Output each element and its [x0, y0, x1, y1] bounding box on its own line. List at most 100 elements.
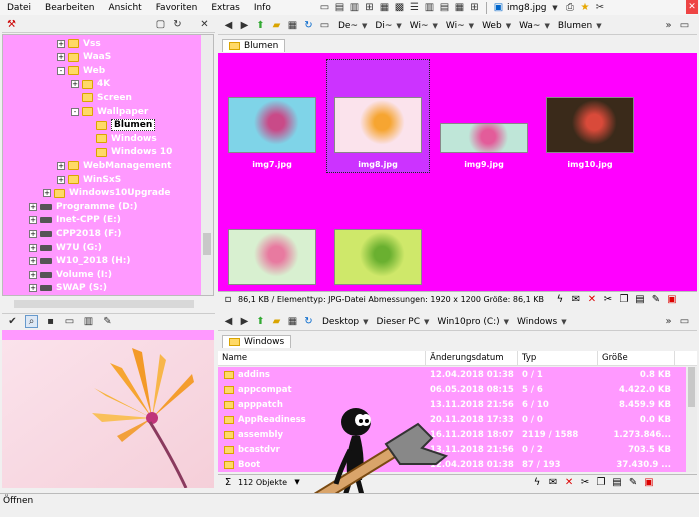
- table-row[interactable]: Boot 12.04.2018 01:38 87 / 193 37.430.9 ...: [218, 457, 697, 472]
- tree-item[interactable]: Screen: [71, 91, 132, 104]
- edit-icon[interactable]: ✎: [650, 294, 662, 305]
- breadcrumb-item[interactable]: De~ ▼: [334, 21, 371, 31]
- expand-icon[interactable]: +: [29, 270, 37, 279]
- view-icon[interactable]: ▦: [286, 19, 299, 32]
- menu-bearbeiten[interactable]: Bearbeiten: [38, 3, 101, 13]
- cut-icon[interactable]: ✂: [579, 477, 591, 488]
- chevron-down-icon[interactable]: ▼: [424, 318, 429, 326]
- layout-quad-icon[interactable]: ⊞: [363, 1, 376, 14]
- menu-info[interactable]: Info: [247, 3, 278, 13]
- display-icon[interactable]: ▭: [678, 315, 691, 328]
- forward-icon[interactable]: ▶: [238, 19, 251, 32]
- breadcrumb-item[interactable]: Wa~ ▼: [515, 21, 554, 31]
- tree-scrollbar[interactable]: [201, 35, 213, 295]
- chevron-down-icon[interactable]: ▼: [396, 22, 401, 30]
- monitor-icon[interactable]: ▭: [63, 315, 76, 328]
- chevron-down-icon[interactable]: ▼: [504, 318, 509, 326]
- layout-three-icon[interactable]: ▦: [378, 1, 391, 14]
- expand-icon[interactable]: +: [57, 161, 65, 170]
- breadcrumb-item[interactable]: Wi~ ▼: [406, 21, 442, 31]
- thumbnail-item[interactable]: img7.jpg: [224, 97, 320, 169]
- column-type[interactable]: Typ: [518, 350, 598, 366]
- new-folder-icon[interactable]: ▰: [270, 315, 283, 328]
- tree-scroll-thumb[interactable]: [203, 233, 211, 255]
- tree-item[interactable]: + W10_2018 (H:): [29, 255, 131, 268]
- expand-icon[interactable]: »: [662, 315, 675, 328]
- copy-icon[interactable]: ❐: [618, 294, 630, 305]
- column-size[interactable]: Größe: [598, 350, 675, 366]
- tree-item[interactable]: + Windows10Upgrade: [43, 187, 171, 200]
- thumbnail-item[interactable]: [224, 229, 320, 285]
- star-icon[interactable]: ★: [579, 1, 592, 14]
- breadcrumb-item[interactable]: Wi~ ▼: [442, 21, 478, 31]
- menu-extras[interactable]: Extras: [204, 3, 246, 13]
- tree-item[interactable]: + WinSxS: [57, 173, 121, 186]
- disk-icon[interactable]: ▪: [44, 315, 57, 328]
- table-row[interactable]: AppReadiness 20.11.2018 17:33 0 / 0 0.0 KB: [218, 412, 697, 427]
- tree-item[interactable]: + SWAP (S:): [29, 282, 107, 295]
- chevron-down-icon[interactable]: ▼: [506, 22, 511, 30]
- column-date[interactable]: Änderungsdatum: [426, 350, 518, 366]
- layout-split-icon[interactable]: ▤: [333, 1, 346, 14]
- view-icon[interactable]: ▦: [286, 315, 299, 328]
- column-name[interactable]: Name: [218, 350, 426, 366]
- breadcrumb-item[interactable]: Dieser PC ▼: [373, 317, 434, 327]
- expand-icon[interactable]: +: [71, 80, 79, 89]
- thumbnail-item[interactable]: img8.jpg: [330, 97, 426, 169]
- refresh-icon[interactable]: ↻: [302, 19, 315, 32]
- tree-item[interactable]: + W7U (G:): [29, 241, 102, 254]
- file-list[interactable]: addins 12.04.2018 01:38 0 / 1 0.8 KB appcomp…: [218, 367, 697, 472]
- printer-icon[interactable]: ⎙: [564, 1, 577, 14]
- menu-favoriten[interactable]: Favoriten: [149, 3, 205, 13]
- table-row[interactable]: bcastdvr 13.11.2018 21:56 0 / 2 703.5 KB: [218, 442, 697, 457]
- breadcrumb-item[interactable]: Di~ ▼: [371, 21, 405, 31]
- tree-item[interactable]: Windows: [85, 132, 157, 145]
- chevron-down-icon[interactable]: ▼: [549, 1, 562, 14]
- mail-icon[interactable]: ✉: [570, 294, 582, 305]
- thumbnail-view[interactable]: img7.jpg img8.jpg img9.jpg img10.jpg: [218, 53, 697, 291]
- tree-item[interactable]: Blumen: [85, 119, 156, 132]
- folder-tree[interactable]: + Vss + WaaS - Web +4K Screen - Wallpaper Blumen Wi…: [2, 34, 214, 296]
- up-folder-icon[interactable]: ⬆: [254, 19, 267, 32]
- expand-icon[interactable]: +: [29, 216, 37, 225]
- chevron-down-icon[interactable]: ▼: [469, 22, 474, 30]
- table-row[interactable]: addins 12.04.2018 01:38 0 / 1 0.8 KB: [218, 367, 697, 382]
- chevron-down-icon[interactable]: ▼: [561, 318, 566, 326]
- tree-item[interactable]: + Programme (D:): [29, 200, 137, 213]
- paste-icon[interactable]: ▤: [611, 477, 623, 488]
- horizontal-scrollbar[interactable]: [2, 297, 215, 312]
- breadcrumb-item[interactable]: Desktop ▼: [318, 317, 373, 327]
- back-icon[interactable]: ◀: [222, 19, 235, 32]
- tree-item[interactable]: + Vss: [57, 37, 101, 50]
- new-doc-icon[interactable]: ▢: [154, 18, 167, 31]
- cut-icon[interactable]: ✂: [602, 294, 614, 305]
- layout-vertical-icon[interactable]: ▥: [348, 1, 361, 14]
- expand-icon[interactable]: +: [29, 257, 37, 266]
- chevron-down-icon[interactable]: ▼: [544, 22, 549, 30]
- collapse-icon[interactable]: -: [57, 66, 65, 75]
- layout-single-icon[interactable]: ▭: [318, 1, 331, 14]
- info-icon[interactable]: ▥: [82, 315, 95, 328]
- tree-item[interactable]: - Wallpaper: [71, 105, 148, 118]
- expand-icon[interactable]: +: [29, 284, 37, 293]
- new-folder-icon[interactable]: ▰: [270, 19, 283, 32]
- tree-item[interactable]: + Volume (I:): [29, 268, 112, 281]
- expand-icon[interactable]: +: [29, 202, 37, 211]
- expand-icon[interactable]: +: [29, 229, 37, 238]
- chevron-down-icon[interactable]: ▼: [363, 318, 368, 326]
- table-row[interactable]: apppatch 13.11.2018 21:56 6 / 10 8.459.9 KB: [218, 397, 697, 412]
- tree-item[interactable]: Windows 10: [85, 146, 172, 159]
- breadcrumb-item[interactable]: Blumen ▼: [554, 21, 606, 31]
- tree-tool-icon[interactable]: ⚒: [5, 18, 18, 31]
- menu-ansicht[interactable]: Ansicht: [101, 3, 148, 13]
- expand-icon[interactable]: +: [57, 175, 65, 184]
- display-icon[interactable]: ▭: [678, 19, 691, 32]
- refresh-tree-icon[interactable]: ↻: [171, 18, 184, 31]
- tree-item[interactable]: - Web: [57, 64, 105, 77]
- chevron-down-icon[interactable]: ▼: [362, 22, 367, 30]
- layout-cols-icon[interactable]: ▥: [423, 1, 436, 14]
- zoom-icon[interactable]: ⌕: [25, 315, 38, 328]
- copy-icon[interactable]: ❐: [595, 477, 607, 488]
- pen-icon[interactable]: ✎: [101, 315, 114, 328]
- expand-icon[interactable]: »: [662, 19, 675, 32]
